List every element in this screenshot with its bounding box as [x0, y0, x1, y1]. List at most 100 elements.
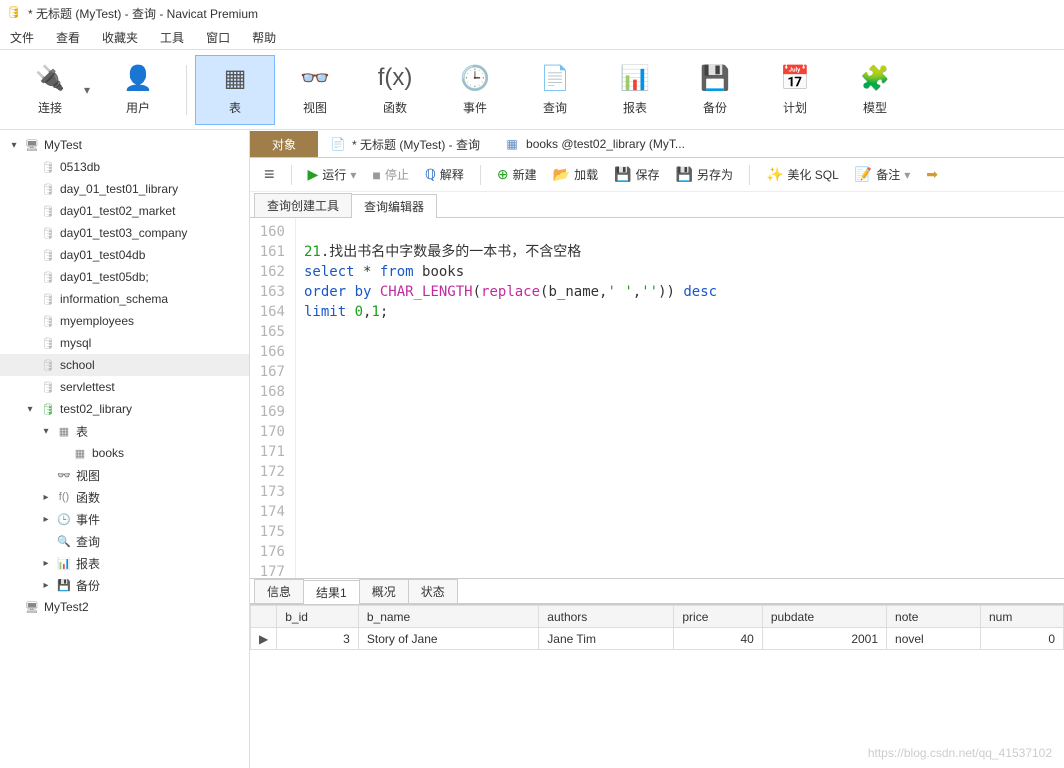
window-title: * 无标题 (MyTest) - 查询 - Navicat Premium — [28, 5, 258, 22]
backup-icon: 💾 — [698, 63, 732, 93]
toolbar-model[interactable]: 🧩模型 — [835, 55, 915, 125]
query-inner-tabs: 查询创建工具 查询编辑器 — [250, 192, 1064, 218]
hamburger-icon[interactable]: ≡ — [260, 162, 279, 187]
tree-servlettest[interactable]: 🛢servlettest — [0, 376, 249, 398]
new-button[interactable]: ⊕新建 — [493, 164, 541, 185]
toolbar-schedule[interactable]: 📅计划 — [755, 55, 835, 125]
schedule-icon: 📅 — [778, 63, 812, 93]
tab-result1[interactable]: 结果1 — [303, 580, 360, 604]
result-grid[interactable]: b_idb_nameauthorspricepubdatenotenum ▶3S… — [250, 604, 1064, 650]
tree-__[interactable]: ▸🕒事件 — [0, 508, 249, 530]
tree-__[interactable]: 🔍查询 — [0, 530, 249, 552]
explain-button[interactable]: ℚ解释 — [421, 164, 468, 185]
code-area[interactable]: 21.找出书名中字数最多的一本书，不含空格 select * from book… — [296, 218, 1064, 578]
toolbar-func[interactable]: f(x)函数 — [355, 55, 435, 125]
disk-icon: 💾 — [614, 166, 631, 183]
export-button[interactable]: ➡ — [922, 164, 942, 185]
tree-school[interactable]: 🛢school — [0, 354, 249, 376]
tab-status[interactable]: 状态 — [408, 579, 458, 603]
func-icon: f(x) — [378, 63, 412, 93]
disk-as-icon: 💾 — [676, 166, 693, 183]
tree-day01_test05db_[interactable]: 🛢day01_test05db; — [0, 266, 249, 288]
col-num[interactable]: num — [980, 606, 1063, 628]
table-row[interactable]: ▶3Story of JaneJane Tim402001novel0 — [251, 628, 1064, 650]
result-tabs: 信息 结果1 概况 状态 — [250, 578, 1064, 604]
menu-help[interactable]: 帮助 — [252, 29, 276, 46]
document-tabs: 对象 📄* 无标题 (MyTest) - 查询 ▦books @test02_l… — [250, 130, 1064, 158]
tree-day_01_test01_library[interactable]: 🛢day_01_test01_library — [0, 178, 249, 200]
menu-bar: 文件 查看 收藏夹 工具 窗口 帮助 — [0, 26, 1064, 50]
line-gutter: 160 161 162 163 164 165 166 167 168 169 … — [250, 218, 296, 578]
col-authors[interactable]: authors — [539, 606, 674, 628]
plus-icon: ⊕ — [497, 166, 509, 183]
col-note[interactable]: note — [887, 606, 981, 628]
tree-0513db[interactable]: 🛢0513db — [0, 156, 249, 178]
connect-dropdown[interactable]: ▾ — [84, 83, 90, 97]
tree-books[interactable]: ▦books — [0, 442, 249, 464]
menu-view[interactable]: 查看 — [56, 29, 80, 46]
toolbar-view[interactable]: 👓视图 — [275, 55, 355, 125]
tab-info[interactable]: 信息 — [254, 579, 304, 603]
tree-MyTest[interactable]: ▾🖥MyTest — [0, 134, 249, 156]
user-icon: 👤 — [121, 63, 155, 93]
menu-fav[interactable]: 收藏夹 — [102, 29, 138, 46]
note-button[interactable]: 📝备注 ▾ — [851, 164, 914, 185]
query-icon: 📄 — [330, 136, 346, 152]
tree-__[interactable]: 👓视图 — [0, 464, 249, 486]
note-icon: 📝 — [855, 166, 872, 183]
tab-query-editor[interactable]: 查询编辑器 — [351, 194, 437, 218]
run-button[interactable]: ▶运行 ▾ — [304, 164, 361, 185]
tree-day01_test02_market[interactable]: 🛢day01_test02_market — [0, 200, 249, 222]
event-icon: 🕒 — [458, 63, 492, 93]
sql-editor[interactable]: 160 161 162 163 164 165 166 167 168 169 … — [250, 218, 1064, 578]
connection-tree[interactable]: ▾🖥MyTest🛢0513db🛢day_01_test01_library🛢da… — [0, 130, 250, 768]
view-icon: 👓 — [298, 63, 332, 93]
tree-myemployees[interactable]: 🛢myemployees — [0, 310, 249, 332]
stop-icon: ■ — [372, 167, 380, 183]
saveas-button[interactable]: 💾另存为 — [672, 164, 737, 185]
tree-__[interactable]: ▸f()函数 — [0, 486, 249, 508]
tree-mysql[interactable]: 🛢mysql — [0, 332, 249, 354]
folder-icon: 📂 — [553, 166, 570, 183]
stop-button[interactable]: ■停止 — [368, 164, 412, 185]
save-button[interactable]: 💾保存 — [610, 164, 663, 185]
tree-_[interactable]: ▾▦表 — [0, 420, 249, 442]
explain-icon: ℚ — [425, 166, 436, 183]
tab-query[interactable]: 📄* 无标题 (MyTest) - 查询 — [318, 131, 492, 157]
tab-profile[interactable]: 概况 — [359, 579, 409, 603]
col-pubdate[interactable]: pubdate — [762, 606, 886, 628]
toolbar-report[interactable]: 📊报表 — [595, 55, 675, 125]
toolbar-table[interactable]: ▦表 — [195, 55, 275, 125]
beautify-button[interactable]: ✨美化 SQL — [762, 164, 843, 185]
tree-__[interactable]: ▸💾备份 — [0, 574, 249, 596]
col-b_name[interactable]: b_name — [358, 606, 538, 628]
col-price[interactable]: price — [674, 606, 762, 628]
main-toolbar: 🔌连接▾ 👤用户▦表👓视图f(x)函数🕒事件📄查询📊报表💾备份📅计划🧩模型 — [0, 50, 1064, 130]
col-b_id[interactable]: b_id — [277, 606, 359, 628]
query-icon: 📄 — [538, 63, 572, 93]
arrow-right-icon: ➡ — [926, 166, 938, 183]
app-icon: 🛢 — [6, 5, 22, 21]
model-icon: 🧩 — [858, 63, 892, 93]
tree-MyTest2[interactable]: 🖥MyTest2 — [0, 596, 249, 618]
title-bar: 🛢 * 无标题 (MyTest) - 查询 - Navicat Premium — [0, 0, 1064, 26]
tree-information_schema[interactable]: 🛢information_schema — [0, 288, 249, 310]
tab-table-books[interactable]: ▦books @test02_library (MyT... — [492, 131, 697, 157]
menu-file[interactable]: 文件 — [10, 29, 34, 46]
tab-query-builder[interactable]: 查询创建工具 — [254, 193, 352, 217]
toolbar-event[interactable]: 🕒事件 — [435, 55, 515, 125]
tab-objects[interactable]: 对象 — [250, 131, 318, 157]
tree-test02_library[interactable]: ▾🛢test02_library — [0, 398, 249, 420]
tree-day01_test03_company[interactable]: 🛢day01_test03_company — [0, 222, 249, 244]
toolbar-query[interactable]: 📄查询 — [515, 55, 595, 125]
toolbar-connect[interactable]: 🔌连接 — [10, 55, 90, 125]
menu-tools[interactable]: 工具 — [160, 29, 184, 46]
toolbar-user[interactable]: 👤用户 — [98, 55, 178, 125]
connect-icon: 🔌 — [33, 63, 67, 93]
toolbar-backup[interactable]: 💾备份 — [675, 55, 755, 125]
tree-__[interactable]: ▸📊报表 — [0, 552, 249, 574]
table-icon: ▦ — [504, 136, 520, 152]
tree-day01_test04db[interactable]: 🛢day01_test04db — [0, 244, 249, 266]
menu-window[interactable]: 窗口 — [206, 29, 230, 46]
load-button[interactable]: 📂加载 — [549, 164, 602, 185]
